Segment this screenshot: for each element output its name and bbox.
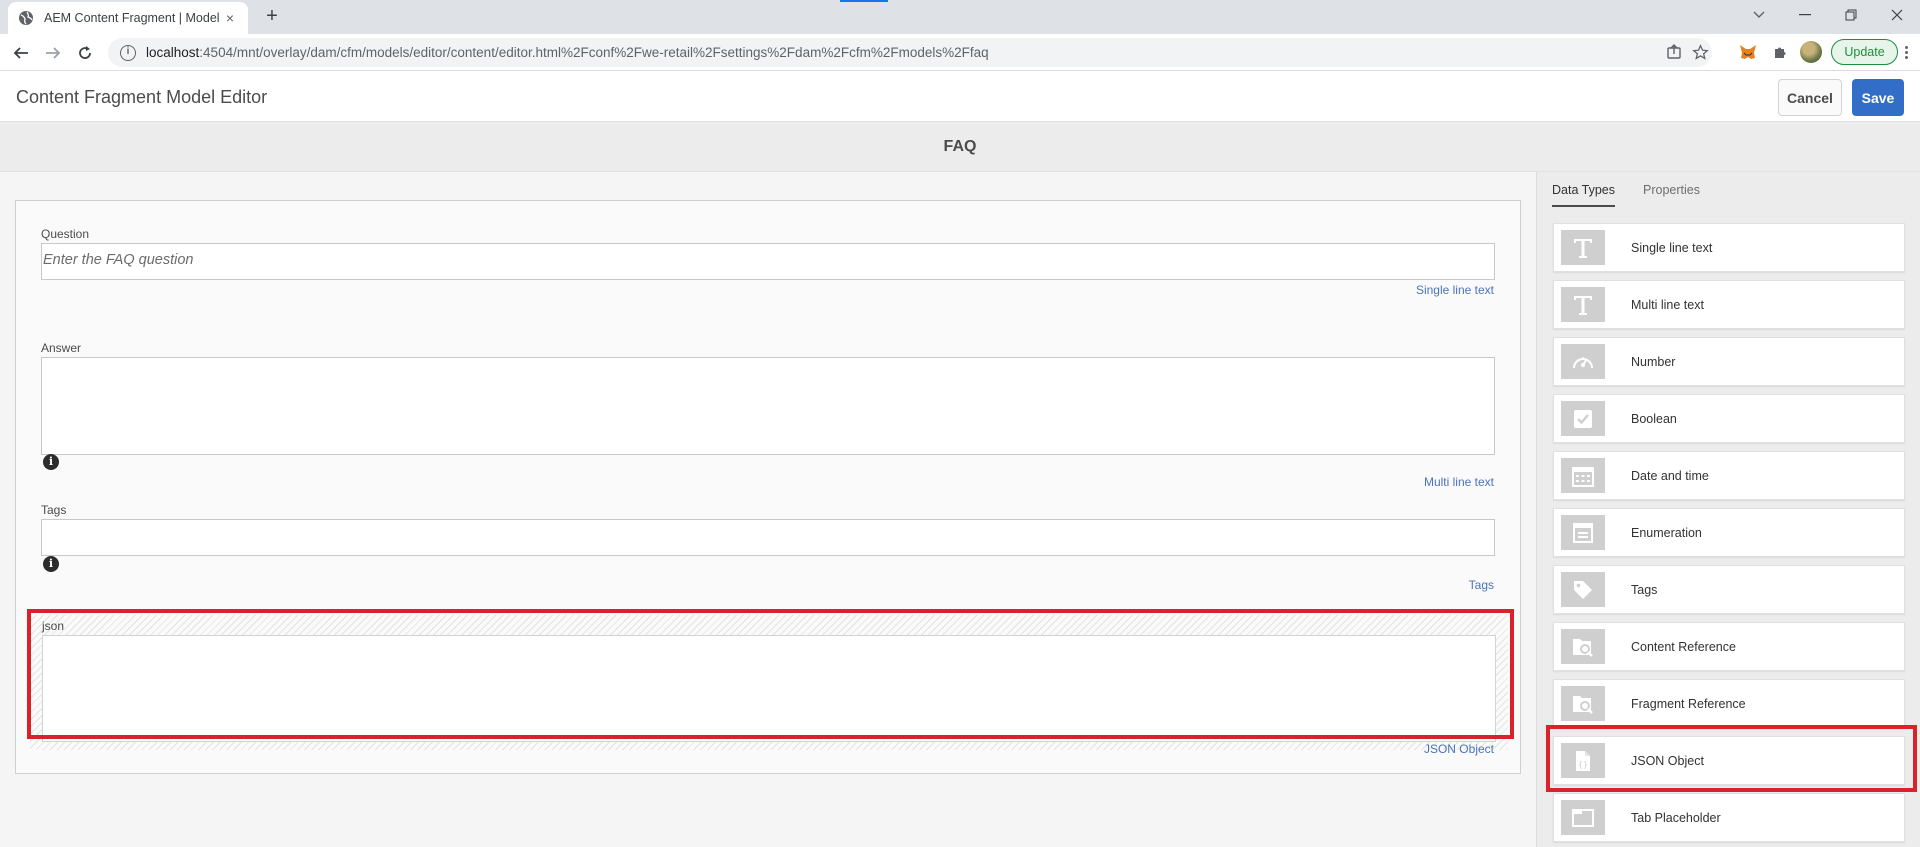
data-type-label: Number (1631, 354, 1676, 369)
update-button[interactable]: Update (1831, 39, 1898, 65)
tags-info-icon[interactable]: i (43, 556, 59, 572)
data-type-label: Tags (1631, 582, 1658, 597)
data-type-fragment-reference[interactable]: Fragment Reference (1553, 679, 1905, 728)
share-icon[interactable] (1664, 42, 1684, 62)
answer-label: Answer (41, 341, 82, 355)
data-type-label: Date and time (1631, 468, 1709, 483)
question-label: Question (41, 227, 90, 241)
page-title: Content Fragment Model Editor (16, 87, 268, 107)
model-name: FAQ (943, 138, 977, 155)
tag-icon (1561, 572, 1605, 607)
data-type-boolean[interactable]: Boolean (1553, 394, 1905, 443)
browser-tab[interactable]: AEM Content Fragment | Model × (8, 2, 248, 34)
json-field-container[interactable]: json (30, 615, 1508, 750)
tags-type-label: Tags (1468, 578, 1494, 592)
json-label: json (42, 619, 65, 633)
data-type-content-reference[interactable]: Content Reference (1553, 622, 1905, 671)
close-icon[interactable]: × (222, 10, 238, 26)
tab-icon (1561, 800, 1605, 835)
minimize-icon[interactable] (1782, 0, 1828, 30)
browser-menu-icon[interactable] (1898, 42, 1914, 62)
extensions-puzzle-icon[interactable] (1770, 42, 1790, 62)
bookmark-star-icon[interactable] (1690, 42, 1710, 62)
gauge-icon (1561, 344, 1605, 379)
json-type-label: JSON Object (1423, 742, 1494, 756)
checkbox-icon (1561, 401, 1605, 436)
question-placeholder: Enter the FAQ question (43, 252, 194, 268)
model-canvas: Question Enter the FAQ question Single l… (0, 172, 1536, 847)
back-arrow-icon[interactable] (8, 40, 34, 66)
url-host: localhost (146, 45, 200, 60)
profile-avatar[interactable] (1800, 41, 1822, 63)
form-panel[interactable]: Question Enter the FAQ question Single l… (15, 200, 1521, 774)
tab-title: AEM Content Fragment | Model (44, 11, 220, 25)
data-type-number[interactable]: Number (1553, 337, 1905, 386)
forward-arrow-icon[interactable] (40, 40, 66, 66)
data-type-json-object[interactable]: {} JSON Object (1553, 736, 1905, 785)
tab-properties[interactable]: Properties (1643, 183, 1700, 197)
folder-search-icon (1561, 629, 1605, 664)
app-header: Content Fragment Model Editor Cancel Sav… (0, 71, 1920, 122)
json-field[interactable] (42, 635, 1496, 742)
data-type-tags[interactable]: Tags (1553, 565, 1905, 614)
data-type-label: Content Reference (1631, 639, 1736, 654)
data-type-label: Boolean (1631, 411, 1677, 426)
globe-icon (19, 11, 33, 25)
new-tab-button[interactable]: + (260, 5, 284, 29)
reload-icon[interactable] (72, 40, 98, 66)
data-type-single-line-text[interactable]: Single line text (1553, 223, 1905, 272)
text-icon (1561, 287, 1605, 322)
model-title-bar: FAQ (0, 122, 1920, 172)
data-type-multi-line-text[interactable]: Multi line text (1553, 280, 1905, 329)
tags-label: Tags (41, 503, 67, 517)
address-bar: i localhost:4504/mnt/overlay/dam/cfm/mod… (0, 34, 1920, 71)
folder-search-icon (1561, 686, 1605, 721)
site-info-icon[interactable]: i (120, 44, 136, 61)
calendar-icon (1561, 458, 1605, 493)
data-type-tab-placeholder[interactable]: Tab Placeholder (1553, 793, 1905, 842)
data-type-label: Tab Placeholder (1631, 810, 1721, 825)
save-button[interactable]: Save (1852, 79, 1904, 116)
loading-indicator (840, 0, 888, 2)
list-icon (1561, 515, 1605, 550)
restore-icon[interactable] (1828, 0, 1874, 30)
data-type-date-and-time[interactable]: Date and time (1553, 451, 1905, 500)
data-type-label: Single line text (1631, 240, 1713, 255)
tab-search-icon[interactable] (1736, 0, 1782, 30)
data-type-label: Enumeration (1631, 525, 1702, 540)
data-type-label: Multi line text (1631, 297, 1704, 312)
data-types-sidebar: Data Types Properties Single line text M… (1536, 172, 1920, 847)
url-path: :4504/mnt/overlay/dam/cfm/models/editor/… (199, 45, 989, 60)
json-file-icon: {} (1561, 743, 1605, 778)
sidebar-tabs: Data Types Properties (1537, 172, 1920, 212)
data-type-label: Fragment Reference (1631, 696, 1746, 711)
answer-info-icon[interactable]: i (43, 454, 59, 470)
answer-type-label: Multi line text (1423, 475, 1494, 489)
question-field[interactable]: Enter the FAQ question (41, 243, 1495, 280)
cancel-button[interactable]: Cancel (1778, 79, 1842, 116)
data-type-label: JSON Object (1631, 753, 1704, 768)
url-input[interactable]: i localhost:4504/mnt/overlay/dam/cfm/mod… (108, 38, 1712, 67)
close-window-icon[interactable] (1874, 0, 1920, 30)
tab-data-types[interactable]: Data Types (1552, 183, 1616, 207)
metamask-fox-icon[interactable] (1738, 42, 1758, 62)
question-type-label: Single line text (1415, 283, 1494, 297)
data-type-enumeration[interactable]: Enumeration (1553, 508, 1905, 557)
text-icon (1561, 230, 1605, 265)
tags-field[interactable] (41, 519, 1495, 556)
svg-text:{}: {} (1578, 760, 1588, 769)
answer-field[interactable] (41, 357, 1495, 455)
browser-tab-strip: AEM Content Fragment | Model × + (0, 0, 1920, 34)
